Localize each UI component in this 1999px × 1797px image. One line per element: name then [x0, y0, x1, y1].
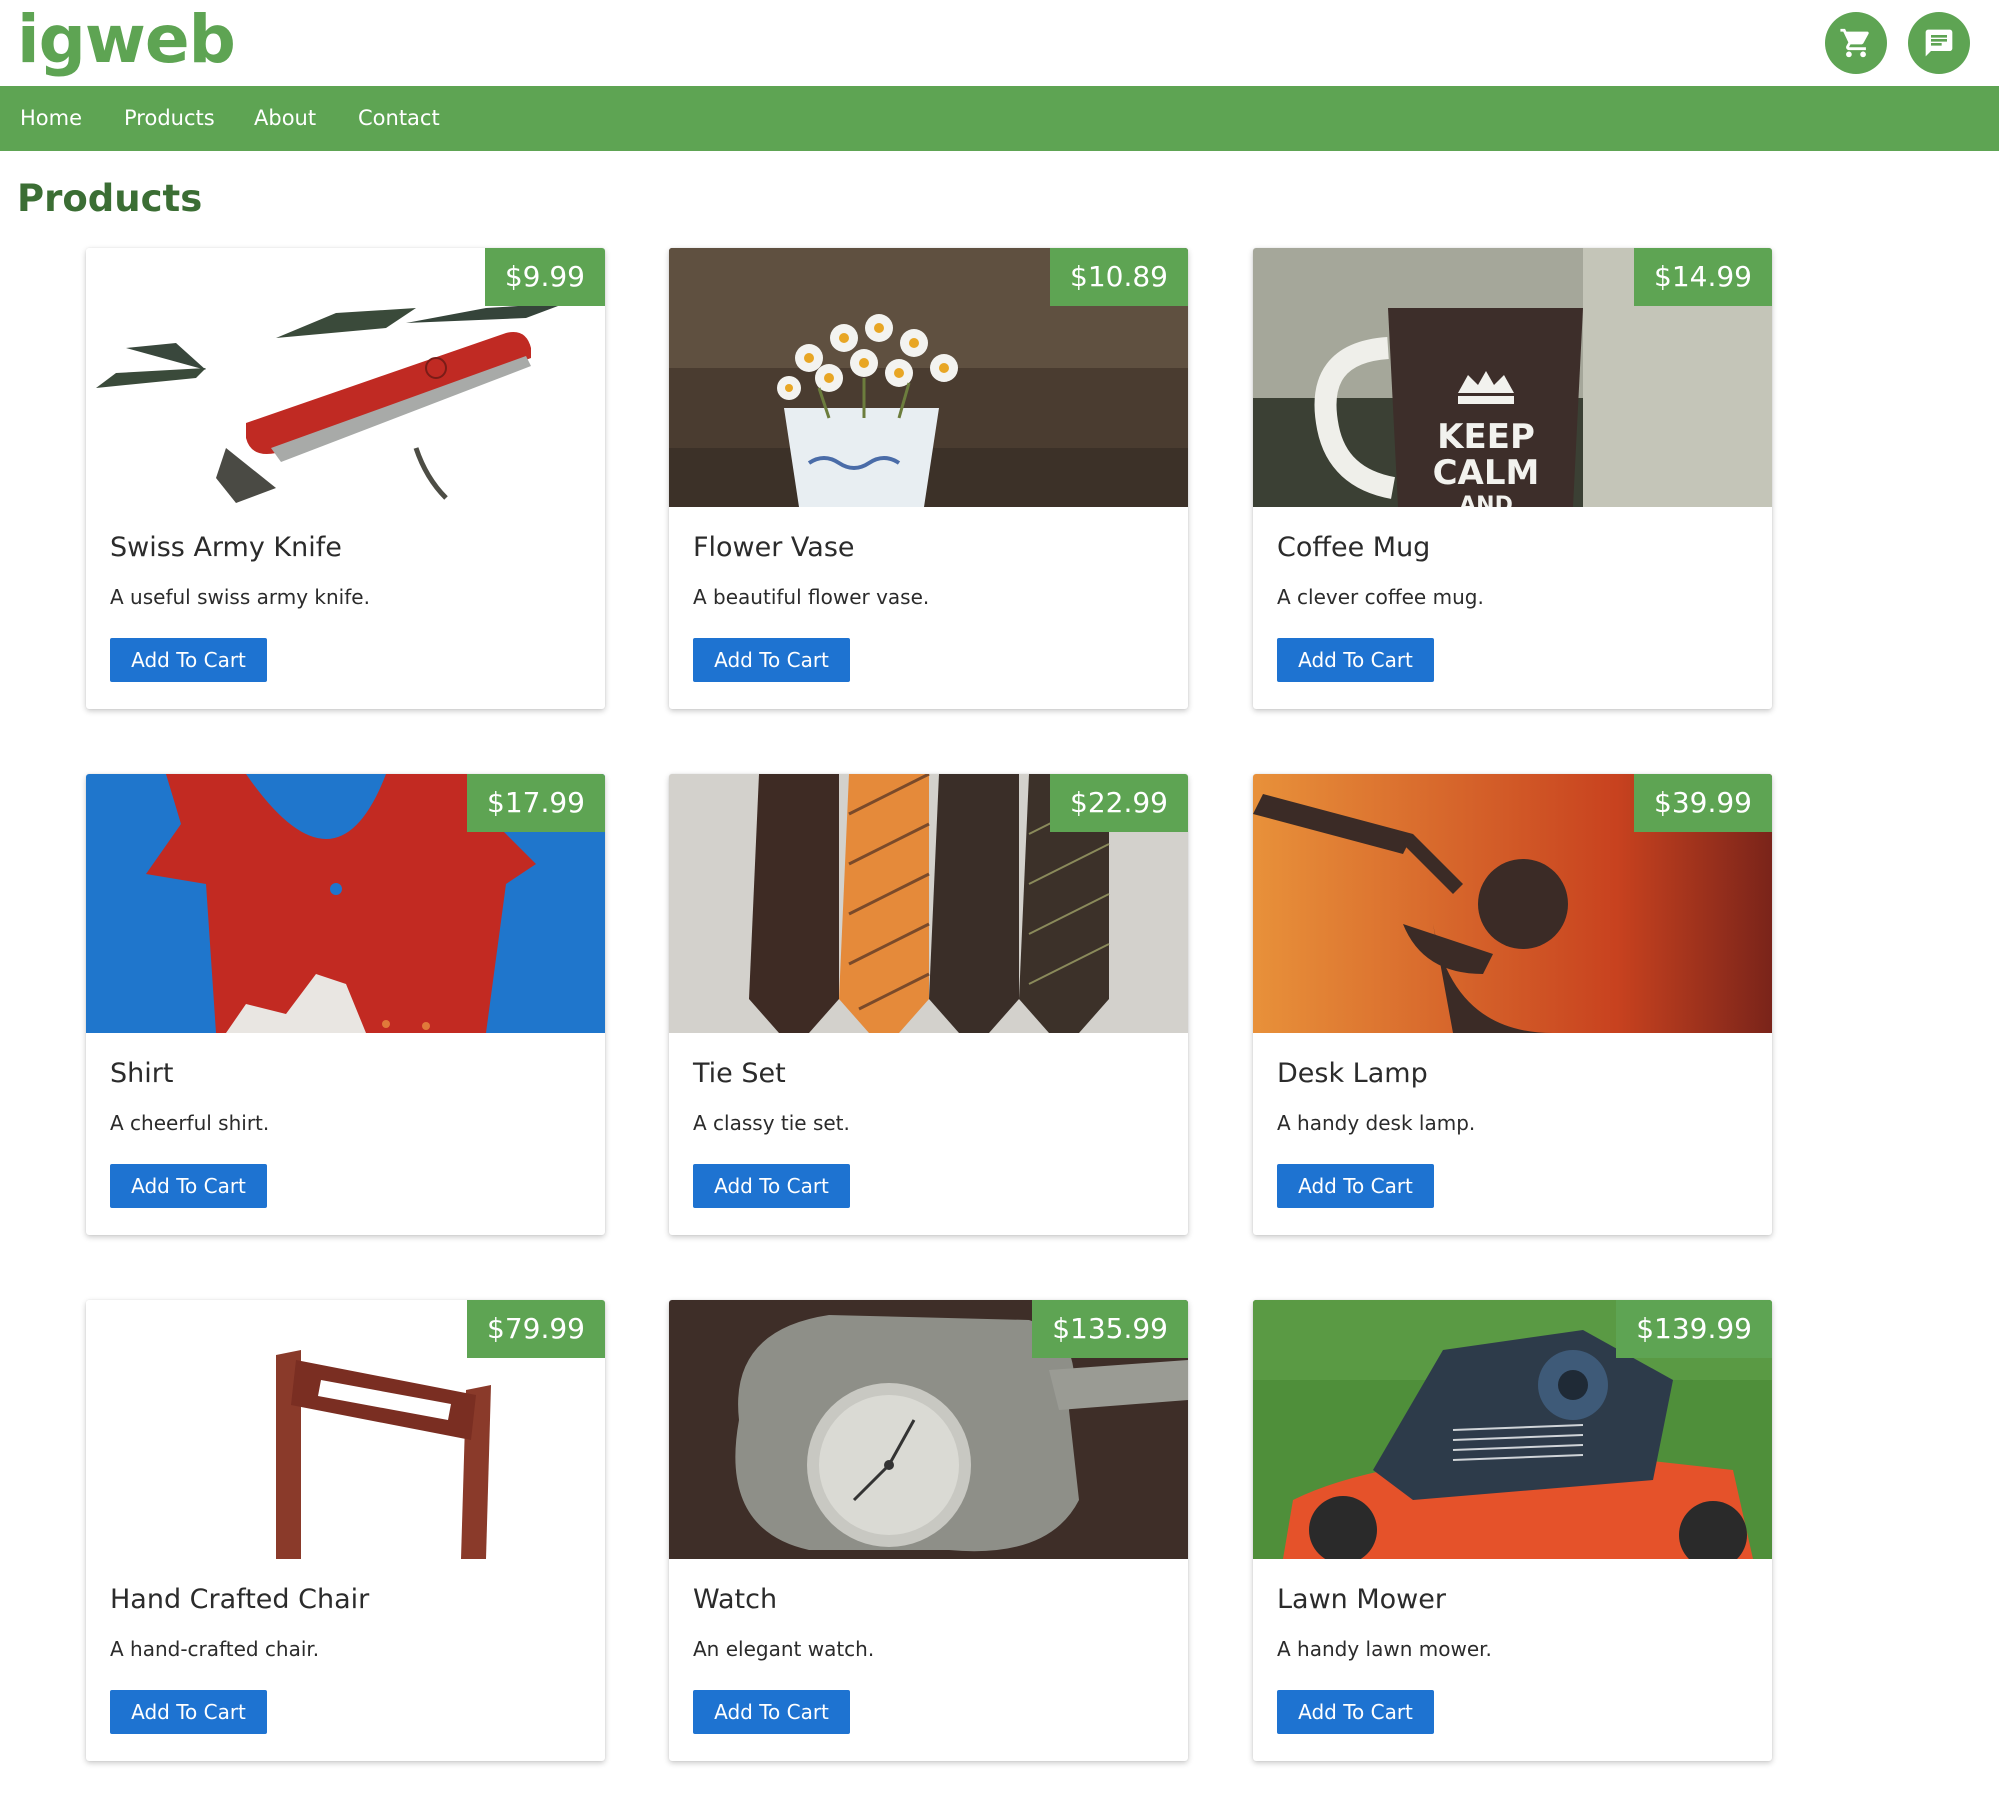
price-tag: $139.99 — [1616, 1300, 1772, 1358]
product-description: A handy desk lamp. — [1277, 1111, 1476, 1135]
product-card: $9.99 Swiss Army Knife A useful swiss ar… — [86, 248, 605, 709]
product-image[interactable]: $79.99 — [86, 1300, 605, 1559]
nav-about[interactable]: About — [254, 86, 316, 151]
top-header: igweb — [0, 0, 1999, 86]
nav-home[interactable]: Home — [20, 86, 82, 151]
product-name: Watch — [693, 1584, 778, 1615]
price-tag: $9.99 — [484, 248, 605, 306]
price-tag: $39.99 — [1634, 774, 1772, 832]
price-tag: $17.99 — [467, 774, 605, 832]
nav-products[interactable]: Products — [124, 86, 215, 151]
product-name: Coffee Mug — [1277, 532, 1431, 563]
cart-icon — [1840, 28, 1869, 58]
product-description: A classy tie set. — [693, 1111, 850, 1135]
add-to-cart-button[interactable]: Add To Cart — [693, 1164, 850, 1208]
add-to-cart-button[interactable]: Add To Cart — [1277, 1164, 1434, 1208]
price-tag: $79.99 — [467, 1300, 605, 1358]
product-card: $79.99 Hand Crafted Chair A hand-crafted… — [86, 1300, 605, 1761]
product-description: A clever coffee mug. — [1277, 585, 1484, 609]
product-card: $135.99 Watch An elegant watch. Add To C… — [669, 1300, 1188, 1761]
product-description: A handy lawn mower. — [1277, 1637, 1492, 1661]
price-tag: $10.89 — [1050, 248, 1188, 306]
product-name: Shirt — [110, 1058, 174, 1089]
product-image[interactable]: KEEP CALM AND $14.99 — [1253, 248, 1772, 507]
price-tag: $22.99 — [1050, 774, 1188, 832]
product-description: A useful swiss army knife. — [110, 585, 370, 609]
add-to-cart-button[interactable]: Add To Cart — [693, 638, 850, 682]
product-description: A hand-crafted chair. — [110, 1637, 320, 1661]
product-image[interactable]: $39.99 — [1253, 774, 1772, 1033]
price-tag: $135.99 — [1032, 1300, 1188, 1358]
product-name: Desk Lamp — [1277, 1058, 1428, 1089]
mug-text-line: CALM — [1433, 453, 1540, 493]
product-card: $17.99 Shirt A cheerful shirt. Add To Ca… — [86, 774, 605, 1235]
price-tag: $14.99 — [1634, 248, 1772, 306]
product-image[interactable]: $135.99 — [669, 1300, 1188, 1559]
product-card: $139.99 Lawn Mower A handy lawn mower. A… — [1253, 1300, 1772, 1761]
product-card: $10.89 Flower Vase A beautiful flower va… — [669, 248, 1188, 709]
add-to-cart-button[interactable]: Add To Cart — [110, 1164, 267, 1208]
product-card: $39.99 Desk Lamp A handy desk lamp. Add … — [1253, 774, 1772, 1235]
main-nav: Home Products About Contact — [0, 86, 1999, 151]
site-logo[interactable]: igweb — [17, 2, 236, 78]
chat-icon — [1925, 29, 1953, 57]
product-card: KEEP CALM AND $14.99 Coffee Mug A clever… — [1253, 248, 1772, 709]
product-image[interactable]: $10.89 — [669, 248, 1188, 507]
add-to-cart-button[interactable]: Add To Cart — [693, 1690, 850, 1734]
product-description: An elegant watch. — [693, 1637, 875, 1661]
add-to-cart-button[interactable]: Add To Cart — [1277, 1690, 1434, 1734]
product-card: $22.99 Tie Set A classy tie set. Add To … — [669, 774, 1188, 1235]
product-description: A beautiful flower vase. — [693, 585, 930, 609]
product-image[interactable]: $139.99 — [1253, 1300, 1772, 1559]
product-name: Lawn Mower — [1277, 1584, 1446, 1615]
product-name: Swiss Army Knife — [110, 532, 342, 563]
page-title: Products — [17, 177, 203, 220]
mug-text-line: KEEP — [1437, 417, 1535, 457]
add-to-cart-button[interactable]: Add To Cart — [1277, 638, 1434, 682]
product-image[interactable]: $22.99 — [669, 774, 1188, 1033]
add-to-cart-button[interactable]: Add To Cart — [110, 638, 267, 682]
product-image[interactable]: $9.99 — [86, 248, 605, 507]
nav-contact[interactable]: Contact — [358, 86, 440, 151]
product-name: Flower Vase — [693, 532, 855, 563]
product-name: Tie Set — [693, 1058, 786, 1089]
product-name: Hand Crafted Chair — [110, 1584, 370, 1615]
add-to-cart-button[interactable]: Add To Cart — [110, 1690, 267, 1734]
mug-text-line: AND — [1459, 493, 1513, 507]
chat-button[interactable] — [1908, 12, 1970, 74]
cart-button[interactable] — [1825, 12, 1887, 74]
product-image[interactable]: $17.99 — [86, 774, 605, 1033]
product-description: A cheerful shirt. — [110, 1111, 270, 1135]
